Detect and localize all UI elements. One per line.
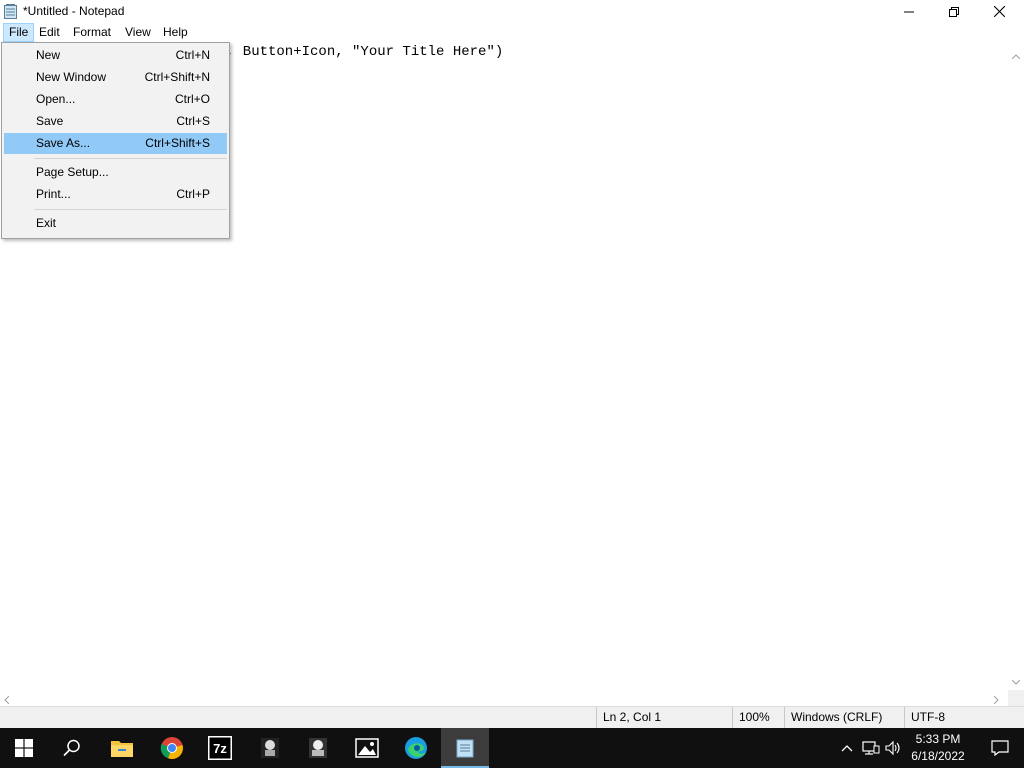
show-hidden-icons-icon[interactable]: [838, 728, 856, 768]
vertical-scrollbar[interactable]: [1008, 42, 1024, 690]
file-explorer-icon[interactable]: [98, 728, 146, 768]
menu-format[interactable]: Format: [67, 23, 117, 42]
status-zoom: 100%: [732, 707, 784, 728]
menu-edit[interactable]: Edit: [33, 23, 66, 42]
menu-item-new-window[interactable]: New Window Ctrl+Shift+N: [4, 67, 227, 88]
taskbar: 7z 5:33 PM 6/18/2022: [0, 728, 1024, 768]
menu-file[interactable]: File: [3, 23, 35, 42]
notification-icon[interactable]: [976, 728, 1024, 768]
notepad-icon: [4, 4, 17, 19]
7zip-icon[interactable]: 7z: [196, 728, 244, 768]
clock-time: 5:33 PM: [915, 732, 961, 746]
chrome-icon[interactable]: [148, 728, 196, 768]
restore-button[interactable]: [931, 0, 977, 23]
file-menu-dropdown: New Ctrl+N New Window Ctrl+Shift+N Open.…: [1, 42, 230, 239]
status-cursor-position: Ln 2, Col 1: [596, 707, 730, 728]
status-bar: Ln 2, Col 1 100% Windows (CRLF) UTF-8: [0, 706, 1024, 728]
status-line-ending: Windows (CRLF): [784, 707, 904, 728]
menu-view[interactable]: View: [119, 23, 157, 42]
photos-icon[interactable]: [343, 728, 391, 768]
menu-item-exit[interactable]: Exit: [4, 213, 227, 234]
title-bar[interactable]: *Untitled - Notepad: [0, 0, 1024, 23]
menu-separator: [34, 209, 227, 210]
menu-item-open[interactable]: Open... Ctrl+O: [4, 89, 227, 110]
status-encoding: UTF-8: [904, 707, 1024, 728]
minimize-button[interactable]: [886, 0, 932, 23]
clock-date: 6/18/2022: [911, 749, 965, 763]
horizontal-scrollbar[interactable]: [0, 690, 1008, 706]
taskbar-clock[interactable]: 5:33 PM 6/18/2022: [902, 731, 974, 765]
menu-help[interactable]: Help: [157, 23, 194, 42]
app-icon-1[interactable]: [246, 728, 294, 768]
edge-icon[interactable]: [392, 728, 440, 768]
menu-separator: [34, 158, 227, 159]
scroll-down-icon[interactable]: [1011, 674, 1021, 688]
volume-icon[interactable]: [884, 728, 904, 768]
menu-bar: File Edit Format View Help: [0, 23, 1024, 42]
scroll-right-icon[interactable]: [993, 693, 999, 707]
menu-item-save-as[interactable]: Save As... Ctrl+Shift+S: [4, 133, 227, 154]
search-icon[interactable]: [48, 728, 96, 768]
scroll-left-icon[interactable]: [4, 693, 10, 707]
menu-item-new[interactable]: New Ctrl+N: [4, 45, 227, 66]
svg-text:7z: 7z: [213, 741, 227, 756]
scroll-up-icon[interactable]: [1011, 48, 1021, 62]
menu-item-page-setup[interactable]: Page Setup...: [4, 162, 227, 183]
scrollbar-corner: [1008, 690, 1024, 706]
menu-item-save[interactable]: Save Ctrl+S: [4, 111, 227, 132]
network-icon[interactable]: [860, 728, 882, 768]
notepad-taskbar-icon[interactable]: [441, 728, 489, 768]
app-icon-2[interactable]: [294, 728, 342, 768]
start-icon[interactable]: [0, 728, 48, 768]
close-button[interactable]: [976, 0, 1022, 23]
window-title: *Untitled - Notepad: [23, 4, 125, 18]
editor-text-line: , Button+Icon, "Your Title Here"): [226, 44, 504, 60]
menu-item-print[interactable]: Print... Ctrl+P: [4, 184, 227, 205]
